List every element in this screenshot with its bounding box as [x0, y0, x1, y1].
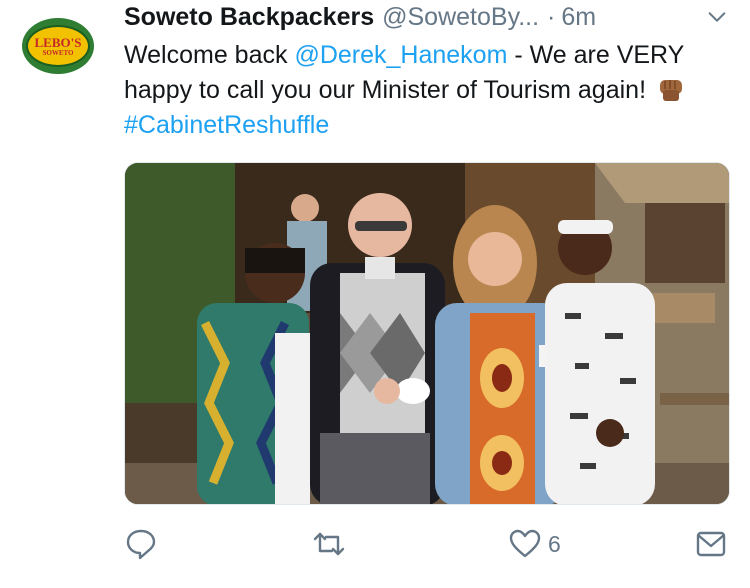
- like-button[interactable]: 6: [508, 524, 561, 564]
- dot-separator: ·: [547, 2, 556, 31]
- profile-avatar[interactable]: LEBO'S SOWETO: [22, 18, 94, 74]
- tweet-action-bar: 6: [124, 524, 734, 568]
- tweet-header: Soweto Backpackers @SowetoBy... · 6m: [124, 2, 732, 32]
- hashtag-link[interactable]: #CabinetReshuffle: [124, 111, 329, 139]
- retweet-button[interactable]: [312, 524, 346, 564]
- like-count: 6: [548, 530, 561, 557]
- share-icon: [696, 531, 726, 557]
- mention-link[interactable]: @Derek_Hanekom: [294, 41, 507, 69]
- share-button[interactable]: [694, 524, 728, 564]
- retweet-icon: [313, 532, 345, 556]
- reply-icon: [126, 529, 156, 560]
- avatar-logo-text-bottom: SOWETO: [42, 48, 74, 57]
- tweet-text-part1: Welcome back: [124, 41, 295, 69]
- tweet-text: Welcome back @Derek_Hanekom - We are VER…: [124, 38, 736, 143]
- avatar-logo: LEBO'S SOWETO: [26, 25, 90, 67]
- avatar-logo-text-top: LEBO'S: [34, 34, 82, 50]
- photo-illustration: [125, 163, 729, 504]
- reply-button[interactable]: [124, 524, 158, 564]
- display-name[interactable]: Soweto Backpackers: [124, 3, 374, 32]
- tweet-timestamp[interactable]: 6m: [561, 3, 596, 32]
- user-handle[interactable]: @SowetoBy...: [382, 3, 539, 32]
- tweet-photo[interactable]: [124, 162, 730, 505]
- chevron-down-icon[interactable]: [706, 6, 728, 28]
- heart-icon: [509, 529, 541, 558]
- raised-fist-icon: [659, 80, 682, 101]
